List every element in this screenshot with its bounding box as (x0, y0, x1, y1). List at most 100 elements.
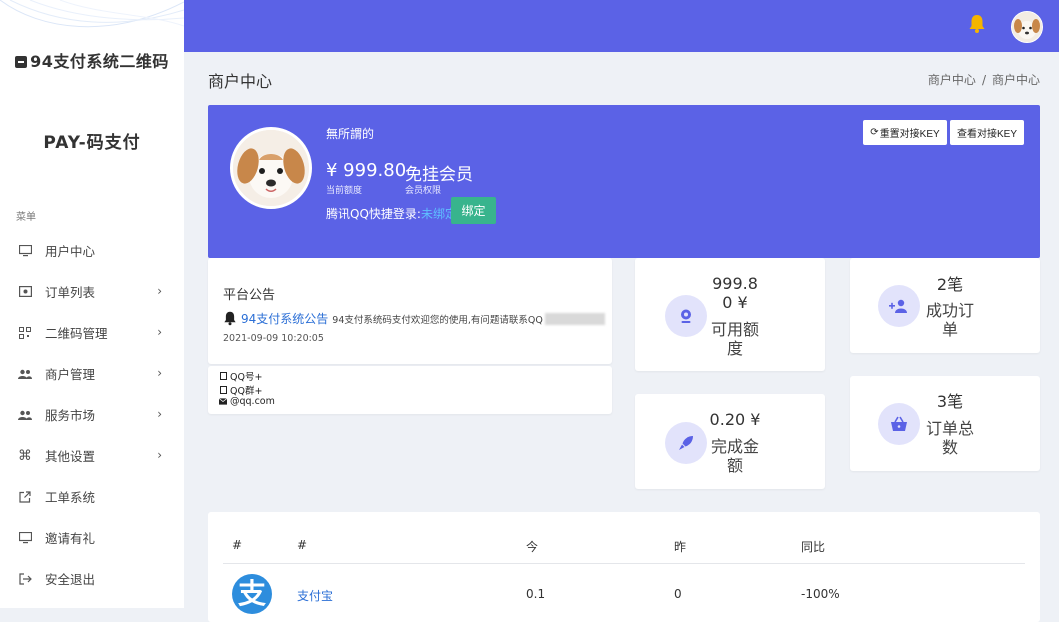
profile-card: 無所謂的 ¥ 999.80 当前额度 免挂会员 会员权限 腾讯QQ快捷登录:未绑… (208, 105, 1040, 258)
breadcrumb: 商户中心 / 商户中心 (928, 71, 1040, 88)
stat-label: 完成金额 (705, 437, 765, 475)
sidebar: 94支付系统二维码 PAY-码支付 菜单 用户中心 订单列表 › 二维码管理 ›… (0, 0, 184, 608)
table-divider (223, 563, 1025, 564)
stat-label-line: 订单总 (925, 419, 974, 438)
stat-success-orders: 2笔 成功订单 (850, 258, 1040, 353)
square-icon (219, 386, 227, 395)
stat-total-orders: 3笔 订单总数 (850, 376, 1040, 471)
blurred-qq (544, 312, 605, 325)
stat-available-balance: 999.8 0 ¥ 可用额度 (635, 258, 825, 371)
table-header: 同比 (801, 540, 826, 554)
stat-value-line: 0 ¥ (722, 293, 748, 312)
rocket-icon (665, 422, 707, 464)
stat-label-line: 可用额 (710, 320, 759, 339)
sidebar-item-ticket[interactable]: 工单系统 (0, 476, 184, 517)
stat-label-line: 度 (726, 339, 743, 358)
logout-icon (18, 572, 32, 586)
table-header: # (297, 538, 308, 552)
sidebar-item-label: 邀请有礼 (45, 531, 96, 546)
stat-label-line: 额 (726, 456, 743, 475)
menu-title: 菜单 (16, 212, 36, 223)
table-cell-name[interactable]: 支付宝 (297, 587, 333, 604)
notice-card: 平台公告 94支付系统公告 94支付系统码支付欢迎您的使用,有问题请联系QQ 2… (208, 258, 612, 364)
notice-date: 2021-09-09 10:20:05 (223, 333, 324, 344)
contact-qq-text: QQ号+ (230, 372, 263, 383)
brand-text: 94支付系统二维码 (30, 52, 169, 71)
notice-line: 94支付系统公告 94支付系统码支付欢迎您的使用,有问题请联系QQ (223, 310, 605, 327)
table-header: 今 (526, 540, 539, 554)
qq-login-prefix: 腾讯QQ快捷登录: (326, 207, 421, 221)
external-link-icon (18, 490, 32, 504)
table-cell-ratio: -100% (801, 587, 840, 601)
qrcode-icon (18, 326, 32, 340)
notice-text: 94支付系统码支付欢迎您的使用,有问题请联系QQ (332, 314, 543, 326)
contact-qq-group-text: QQ群+ (230, 386, 263, 397)
profile-member-label: 会员权限 (405, 186, 442, 196)
basket-icon (878, 403, 920, 445)
sidebar-item-merchant[interactable]: 商户管理 › (0, 353, 184, 394)
chevron-right-icon: › (157, 366, 162, 380)
qq-login-status: 腾讯QQ快捷登录:未绑定 (326, 205, 457, 222)
contact-qq-group: QQ群+ (219, 383, 262, 397)
users-icon (18, 408, 32, 422)
profile-balance: ¥ 999.80 (326, 160, 407, 181)
bind-button[interactable]: 绑定 (451, 197, 496, 224)
table-header: 昨 (674, 540, 687, 554)
avatar[interactable] (1011, 11, 1043, 43)
profile-name: 無所謂的 (326, 127, 375, 141)
profile-avatar (230, 127, 312, 209)
contact-card: QQ号+ QQ群+ @qq.com (208, 366, 612, 414)
profile-member: 免挂会员 (405, 165, 473, 185)
sidebar-item-invite[interactable]: 邀请有礼 (0, 517, 184, 558)
sidebar-item-settings[interactable]: ⌘ 其他设置 › (0, 435, 184, 476)
sidebar-item-label: 用户中心 (45, 244, 96, 259)
webcam-icon (665, 295, 707, 337)
envelope-icon (219, 397, 227, 406)
sidebar-item-label: 其他设置 (45, 449, 96, 464)
sidebar-item-market[interactable]: 服务市场 › (0, 394, 184, 435)
table-cell-yesterday: 0 (674, 587, 682, 601)
monitor-icon (18, 244, 32, 258)
users-icon (18, 367, 32, 381)
reset-key-button[interactable]: ⟳ 重置对接KEY (863, 120, 947, 145)
view-key-button[interactable]: 查看对接KEY (950, 120, 1024, 145)
sidebar-item-order-list[interactable]: 订单列表 › (0, 271, 184, 312)
sidebar-item-label: 二维码管理 (45, 326, 108, 341)
chevron-right-icon: › (157, 448, 162, 462)
stat-label-line: 数 (941, 438, 958, 457)
chevron-right-icon: › (157, 407, 162, 421)
stat-label-line: 成功订 (925, 301, 974, 320)
chevron-right-icon: › (157, 325, 162, 339)
sidebar-item-label: 订单列表 (45, 285, 96, 300)
stat-label-line: 单 (941, 320, 958, 339)
stat-value: 3笔 (936, 392, 964, 411)
contact-email-text: @qq.com (230, 396, 275, 407)
sidebar-item-qrcode[interactable]: 二维码管理 › (0, 312, 184, 353)
notice-link[interactable]: 94支付系统公告 (241, 310, 328, 327)
bell-icon[interactable] (968, 14, 986, 34)
breadcrumb-item[interactable]: 商户中心 (928, 73, 976, 87)
sidebar-item-label: 商户管理 (45, 367, 96, 382)
reset-key-label: 重置对接KEY (879, 129, 940, 140)
sidebar-item-label: 服务市场 (45, 408, 96, 423)
sidebar-menu: 用户中心 订单列表 › 二维码管理 › 商户管理 › 服务市场 › ⌘ 其他设置… (0, 230, 184, 599)
refresh-icon: ⟳ (870, 127, 879, 138)
sidebar-item-user-center[interactable]: 用户中心 (0, 230, 184, 271)
monitor-icon (18, 531, 32, 545)
contact-email: @qq.com (219, 396, 275, 407)
breadcrumb-item-current: 商户中心 (991, 73, 1040, 87)
stat-completed-amount: 0.20 ¥ 完成金额 (635, 394, 825, 489)
stat-label: 成功订单 (920, 301, 980, 339)
sidebar-item-logout[interactable]: 安全退出 (0, 558, 184, 599)
stat-label: 可用额度 (705, 320, 765, 358)
stats-table: # # 今 昨 同比 支 支付宝 0.1 0 -100% (208, 512, 1040, 622)
top-bar (184, 0, 1059, 52)
sub-brand: PAY-码支付 (43, 133, 141, 153)
money-icon (18, 285, 32, 299)
stat-label: 订单总数 (920, 419, 980, 457)
alipay-icon: 支 (232, 574, 272, 614)
brand-title[interactable]: 94支付系统二维码 (0, 48, 184, 72)
stat-label-line: 完成金 (710, 437, 759, 456)
square-icon (219, 372, 227, 381)
profile-balance-label: 当前额度 (326, 186, 363, 196)
